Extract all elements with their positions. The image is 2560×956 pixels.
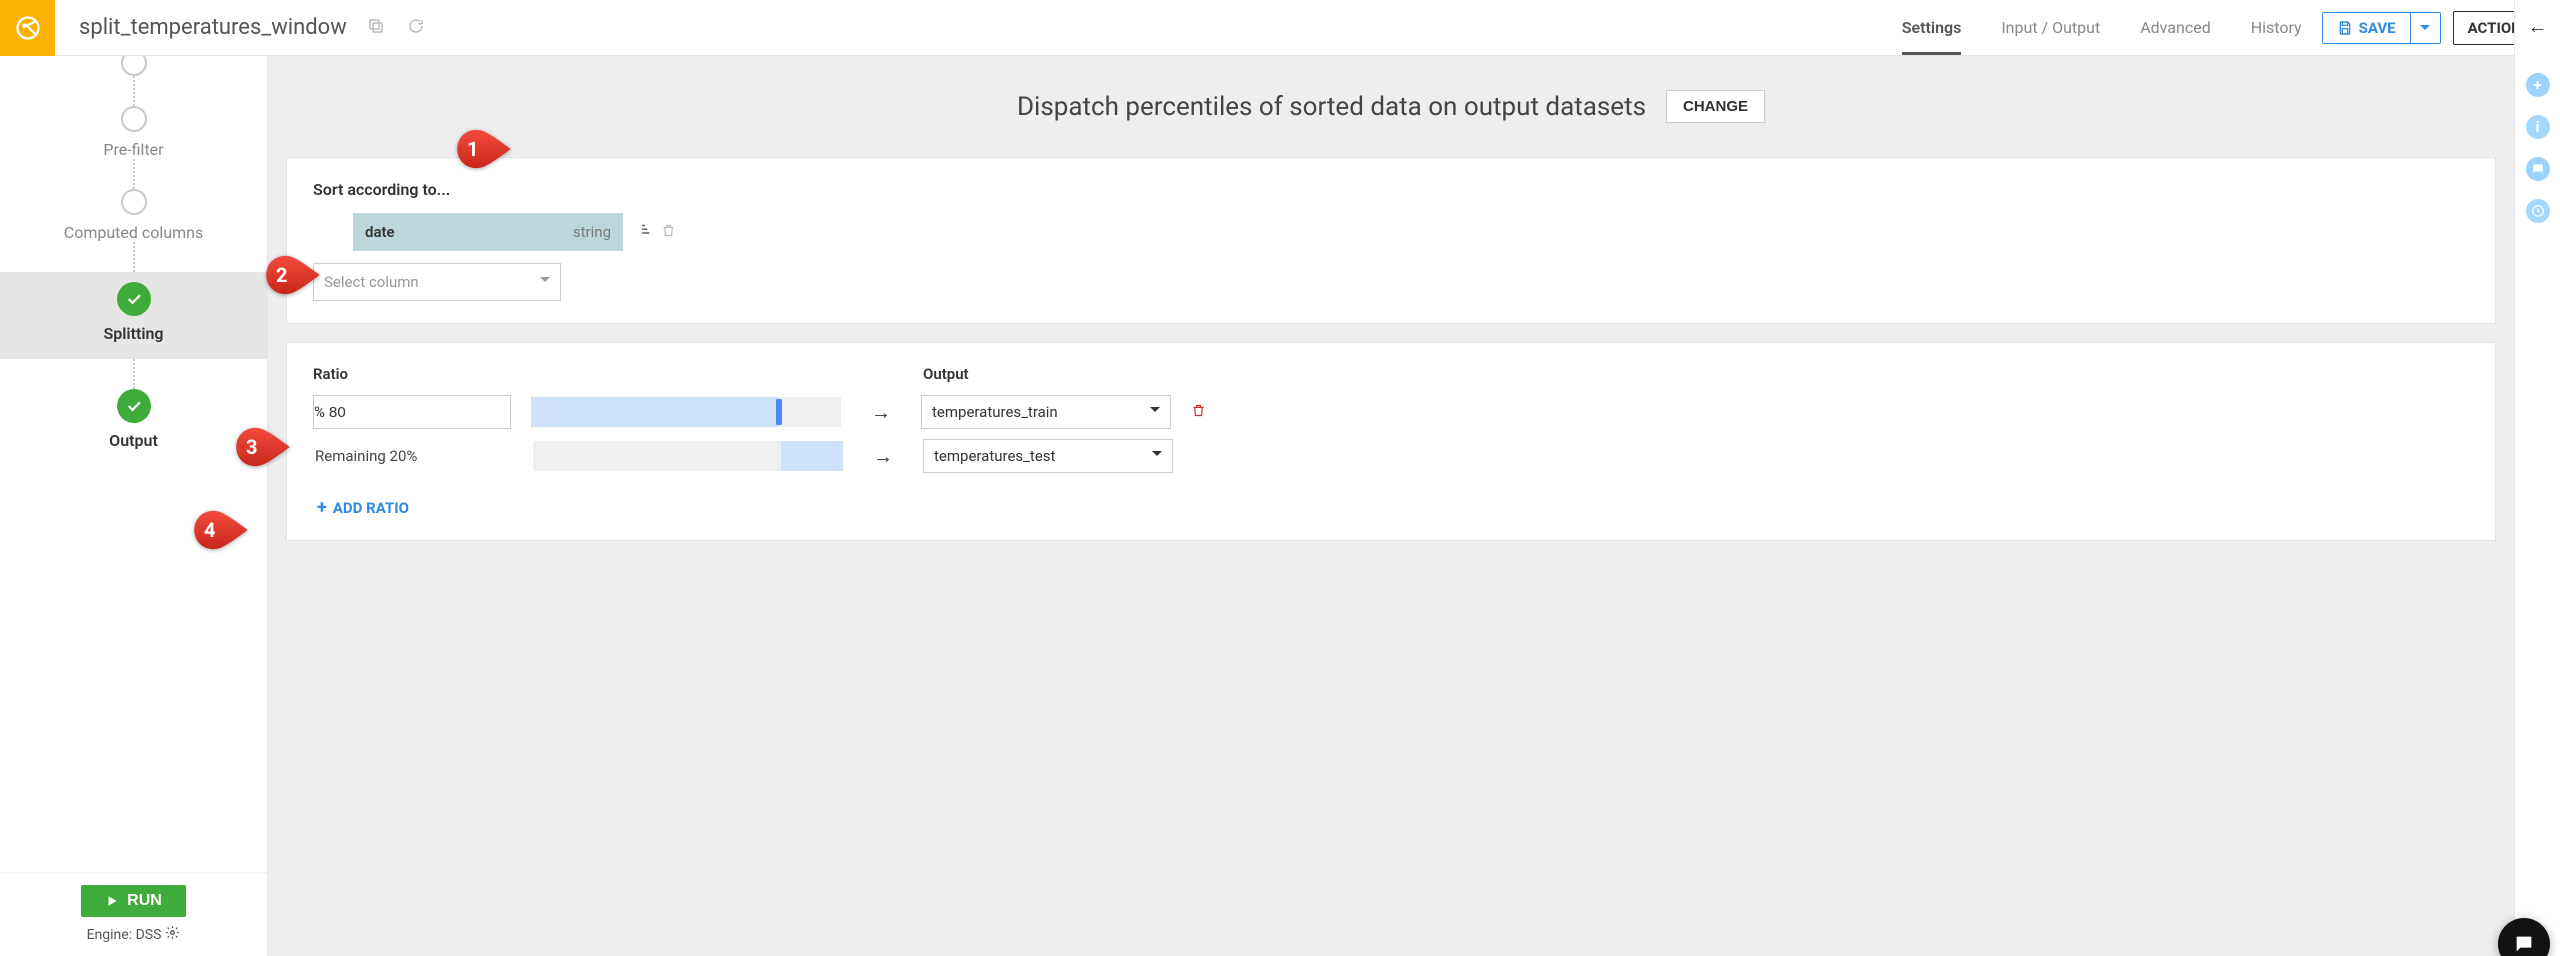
rail-history-icon[interactable] bbox=[2526, 199, 2550, 223]
delete-sort-icon[interactable] bbox=[661, 223, 676, 242]
sort-section-label: Sort according to... bbox=[313, 180, 2469, 199]
chevron-down-icon bbox=[540, 273, 550, 291]
brand-logo[interactable] bbox=[0, 0, 55, 56]
refresh-icon[interactable] bbox=[407, 17, 425, 39]
percent-symbol: % bbox=[314, 403, 325, 421]
run-button[interactable]: RUN bbox=[81, 885, 186, 917]
ratio-input[interactable]: % ▲ ▼ bbox=[313, 395, 511, 429]
arrow-icon: → bbox=[863, 444, 903, 469]
tab-input-output[interactable]: Input / Output bbox=[2001, 0, 2100, 55]
output-2-value: temperatures_test bbox=[934, 447, 1055, 465]
add-ratio-label: ADD RATIO bbox=[333, 499, 409, 517]
add-ratio-button[interactable]: + ADD RATIO bbox=[313, 497, 409, 518]
sort-direction-icon[interactable] bbox=[633, 221, 651, 243]
ratio-slider-1[interactable] bbox=[531, 397, 841, 427]
run-label: RUN bbox=[127, 892, 162, 910]
rail-discuss-icon[interactable] bbox=[2526, 157, 2550, 181]
ratio-header: Ratio bbox=[313, 365, 513, 383]
slider-handle[interactable] bbox=[776, 399, 782, 425]
output-1-value: temperatures_train bbox=[932, 403, 1058, 421]
arrow-icon: → bbox=[861, 400, 901, 425]
change-button[interactable]: CHANGE bbox=[1666, 90, 1765, 123]
copy-icon[interactable] bbox=[367, 17, 385, 39]
step-output-circle[interactable] bbox=[117, 389, 151, 423]
sort-column-chip[interactable]: date string bbox=[353, 213, 623, 251]
chevron-down-icon bbox=[1152, 447, 1162, 465]
recipe-name: split_temperatures_window bbox=[79, 15, 347, 40]
output-1-select[interactable]: temperatures_train bbox=[921, 395, 1171, 429]
tab-history[interactable]: History bbox=[2251, 0, 2302, 55]
ratio-slider-2 bbox=[533, 441, 843, 471]
rail-info-icon[interactable]: i bbox=[2526, 115, 2550, 139]
save-label: SAVE bbox=[2359, 19, 2396, 37]
remaining-ratio-label: Remaining 20% bbox=[313, 447, 513, 465]
rail-add-icon[interactable]: + bbox=[2526, 73, 2550, 97]
save-button[interactable]: SAVE bbox=[2323, 13, 2410, 43]
tab-settings[interactable]: Settings bbox=[1902, 0, 1962, 55]
step-splitting-label: Splitting bbox=[103, 324, 163, 343]
annotation-3: 3 bbox=[234, 426, 292, 468]
collapse-rail-icon[interactable]: ← bbox=[2528, 14, 2548, 39]
tab-advanced[interactable]: Advanced bbox=[2140, 0, 2211, 55]
step-computed-circle[interactable] bbox=[121, 189, 147, 215]
output-header: Output bbox=[923, 365, 1183, 383]
delete-ratio-icon[interactable] bbox=[1191, 403, 1211, 422]
sort-column-name: date bbox=[365, 223, 395, 241]
save-dropdown-caret[interactable] bbox=[2410, 13, 2440, 43]
engine-label: Engine: DSS bbox=[87, 927, 162, 943]
step-prefilter-circle[interactable] bbox=[121, 106, 147, 132]
select-column-dropdown[interactable]: Select column bbox=[313, 263, 561, 301]
step-output-label: Output bbox=[109, 431, 158, 450]
annotation-1: 1 bbox=[455, 128, 513, 170]
step-prefilter-label: Pre-filter bbox=[103, 140, 163, 159]
step-computed-label: Computed columns bbox=[64, 223, 203, 242]
step-splitting-circle[interactable] bbox=[117, 282, 151, 316]
output-2-select[interactable]: temperatures_test bbox=[923, 439, 1173, 473]
annotation-4: 4 bbox=[192, 509, 250, 551]
ratio-value-field[interactable] bbox=[325, 404, 532, 421]
plus-icon: + bbox=[317, 497, 327, 518]
sort-column-type: string bbox=[573, 223, 611, 241]
engine-settings-icon[interactable] bbox=[165, 925, 180, 944]
select-column-placeholder: Select column bbox=[324, 273, 419, 291]
page-heading: Dispatch percentiles of sorted data on o… bbox=[1017, 92, 1646, 122]
annotation-2: 2 bbox=[264, 254, 322, 296]
chevron-down-icon bbox=[1150, 403, 1160, 421]
